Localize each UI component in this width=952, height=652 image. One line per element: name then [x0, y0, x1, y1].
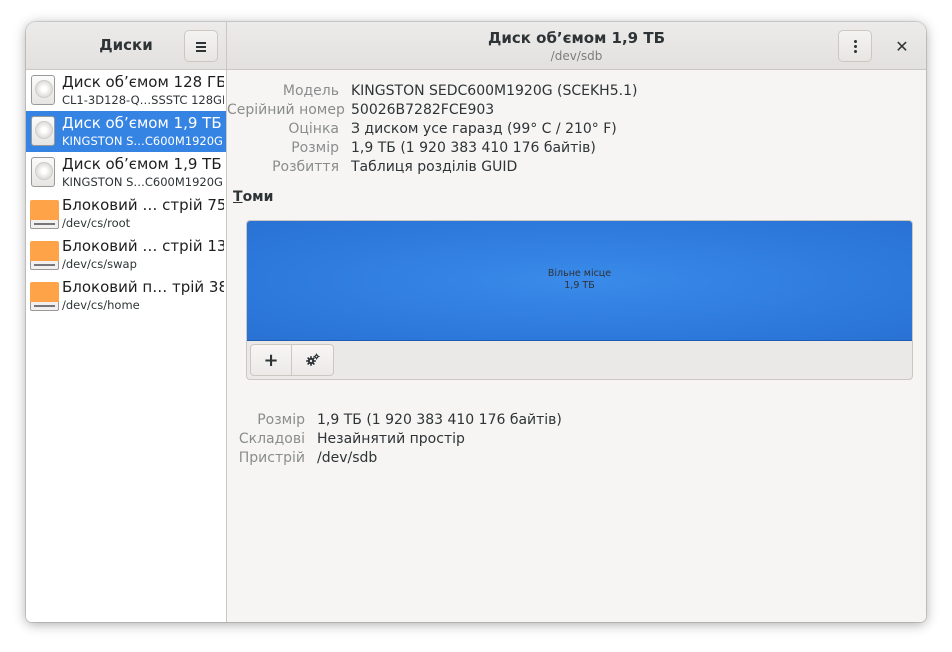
- device-item-block-swap[interactable]: Блоковий … стрій 13 ГБ /dev/cs/swap: [26, 234, 226, 275]
- free-space-size: 1,9 ТБ: [564, 280, 595, 291]
- volumes-heading: Томи: [233, 189, 273, 205]
- volumes-heading-mnemonic: Т: [233, 189, 243, 205]
- model-value: KINGSTON SEDC600M1920G (SCEKH5.1): [351, 83, 638, 99]
- device-item-disk-1-9tb-selected[interactable]: Диск об’ємом 1,9 ТБ KINGSTON S…C600M1920…: [26, 111, 226, 152]
- window-title: Диск об’ємом 1,9 ТБ: [487, 29, 666, 47]
- partitioning-label: Розбиття: [272, 159, 339, 175]
- device-item-disk-128gb[interactable]: Диск об’ємом 128 ГБ CL1-3D128-Q…SSSTC 12…: [26, 70, 226, 111]
- header-bar: Диски Диск об’ємом 1,9 ТБ /dev/sdb ✕: [26, 22, 926, 70]
- block-device-icon: [30, 198, 59, 230]
- device-list: Диск об’ємом 128 ГБ CL1-3D128-Q…SSSTC 12…: [26, 70, 227, 622]
- free-space-volume[interactable]: Вільне місце 1,9 ТБ: [247, 221, 912, 341]
- volume-device-value: /dev/sdb: [317, 450, 378, 466]
- device-description: KINGSTON S…C600M1920G: [62, 134, 223, 148]
- hamburger-menu-icon: [196, 41, 206, 52]
- device-name: Блоковий п… трій 38 ГБ: [62, 278, 224, 296]
- drive-harddisk-icon: [30, 75, 58, 107]
- device-name: Блоковий … стрій 75 ГБ: [62, 196, 224, 214]
- sidebar-header: Диски: [26, 22, 227, 69]
- volume-contents-label: Складові: [238, 431, 305, 447]
- drive-details: Модель KINGSTON SEDC600M1920G (SCEKH5.1)…: [227, 70, 926, 622]
- size-label: Розмір: [291, 140, 339, 156]
- volume-device-label: Пристрій: [238, 450, 305, 466]
- device-description: CL1-3D128-Q…SSSTC 128GB: [62, 93, 224, 107]
- device-description: /dev/cs/root: [62, 216, 131, 230]
- drive-menu-button[interactable]: [838, 30, 872, 62]
- device-description: /dev/cs/swap: [62, 257, 137, 271]
- device-description: /dev/cs/home: [62, 298, 140, 312]
- window-subtitle: /dev/sdb: [550, 49, 603, 63]
- device-item-block-root[interactable]: Блоковий … стрій 75 ГБ /dev/cs/root: [26, 193, 226, 234]
- create-partition-button[interactable]: +: [250, 344, 292, 376]
- model-label: Модель: [282, 83, 339, 99]
- device-name: Диск об’ємом 128 ГБ: [62, 73, 224, 91]
- volume-map: Вільне місце 1,9 ТБ +: [246, 220, 913, 380]
- serial-value: 50026B7282FCE903: [351, 102, 495, 118]
- block-device-icon: [30, 280, 59, 312]
- volume-toolbar: +: [250, 344, 334, 376]
- device-item-disk-1-9tb[interactable]: Диск об’ємом 1,9 ТБ KINGSTON S…C600M1920…: [26, 152, 226, 193]
- drive-harddisk-icon: [30, 157, 58, 189]
- device-name: Диск об’ємом 1,9 ТБ: [62, 155, 222, 173]
- volume-options-button[interactable]: [292, 344, 334, 376]
- device-description: KINGSTON S…C600M1920G: [62, 175, 223, 189]
- volume-size-value: 1,9 ТБ (1 920 383 410 176 байтів): [317, 412, 562, 428]
- close-icon: ✕: [895, 36, 909, 56]
- drive-harddisk-icon: [30, 116, 58, 148]
- main-menu-button[interactable]: [184, 30, 218, 62]
- device-name: Диск об’ємом 1,9 ТБ: [62, 114, 222, 132]
- assessment-label: Оцінка: [288, 121, 339, 137]
- device-name: Блоковий … стрій 13 ГБ: [62, 237, 224, 255]
- disks-window: Диски Диск об’ємом 1,9 ТБ /dev/sdb ✕ Дис…: [26, 22, 926, 622]
- volume-contents-value: Незайнятий простір: [317, 431, 465, 447]
- free-space-label: Вільне місце: [547, 268, 612, 279]
- plus-icon: +: [263, 349, 279, 371]
- assessment-value: З диском усе гаразд (99° C / 210° F): [351, 121, 617, 137]
- vertical-dots-icon: [853, 39, 857, 53]
- partitioning-value: Таблиця розділів GUID: [351, 159, 518, 175]
- volumes-heading-rest: оми: [242, 189, 274, 205]
- device-item-block-home[interactable]: Блоковий п… трій 38 ГБ /dev/cs/home: [26, 275, 226, 316]
- block-device-icon: [30, 239, 59, 271]
- volume-size-label: Розмір: [257, 412, 305, 428]
- close-button[interactable]: ✕: [890, 35, 914, 57]
- gears-icon: [305, 353, 319, 366]
- serial-label: Серійний номер: [227, 102, 345, 118]
- size-value: 1,9 ТБ (1 920 383 410 176 байтів): [351, 140, 596, 156]
